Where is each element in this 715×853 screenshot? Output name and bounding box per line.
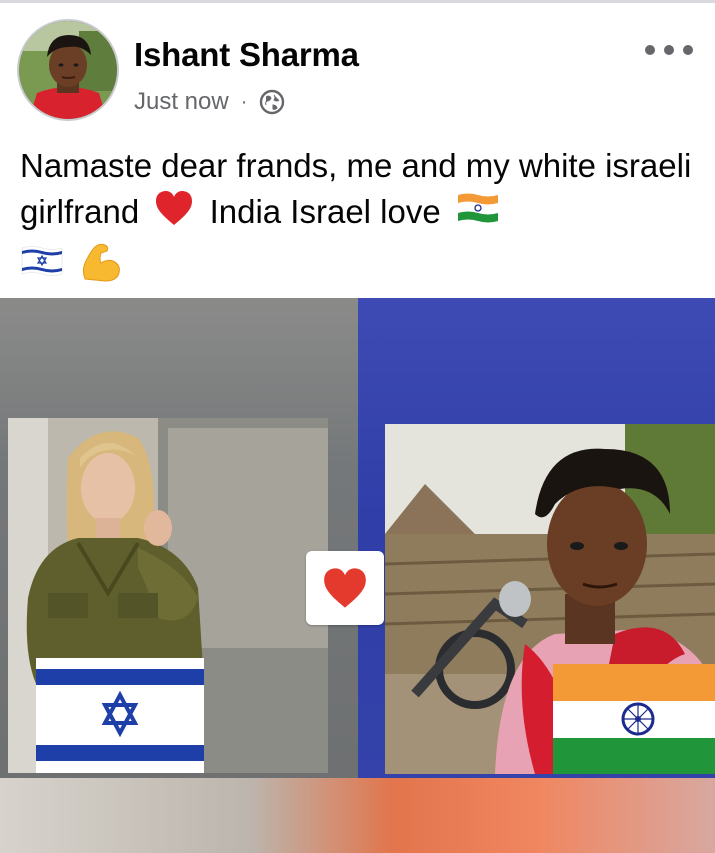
author-name[interactable]: Ishant Sharma: [134, 36, 359, 74]
divider: [0, 0, 715, 3]
post-caption: Namaste dear frands, me and my white isr…: [20, 143, 700, 295]
woman-image: [8, 418, 328, 773]
post-photo[interactable]: [0, 298, 715, 853]
post-meta: Just now ·: [134, 86, 285, 118]
india-flag-emoji: [456, 191, 500, 237]
caption-text-2: India Israel love: [209, 193, 441, 230]
avatar[interactable]: [17, 19, 119, 121]
facebook-post: Ishant Sharma Just now · Namaste dear fr…: [0, 0, 715, 853]
globe-icon[interactable]: [259, 89, 285, 115]
heart-tile: [306, 551, 384, 625]
man-image: [385, 424, 715, 774]
boyfriend-photo-panel: [385, 424, 715, 774]
red-heart-icon: [324, 568, 366, 608]
avatar-photo: [19, 21, 117, 119]
timestamp[interactable]: Just now: [134, 88, 229, 116]
israel-flag: [36, 658, 204, 773]
more-options-button[interactable]: [645, 38, 693, 62]
more-dot: [645, 45, 655, 55]
meta-separator: ·: [240, 90, 248, 113]
more-dot: [683, 45, 693, 55]
girlfriend-photo-panel: [8, 418, 328, 773]
photo-background: [0, 778, 715, 853]
more-dot: [664, 45, 674, 55]
red-heart-emoji: [154, 189, 194, 239]
flexed-biceps-emoji: [79, 239, 123, 295]
israel-flag-emoji: [20, 244, 64, 290]
india-flag: [553, 664, 715, 774]
